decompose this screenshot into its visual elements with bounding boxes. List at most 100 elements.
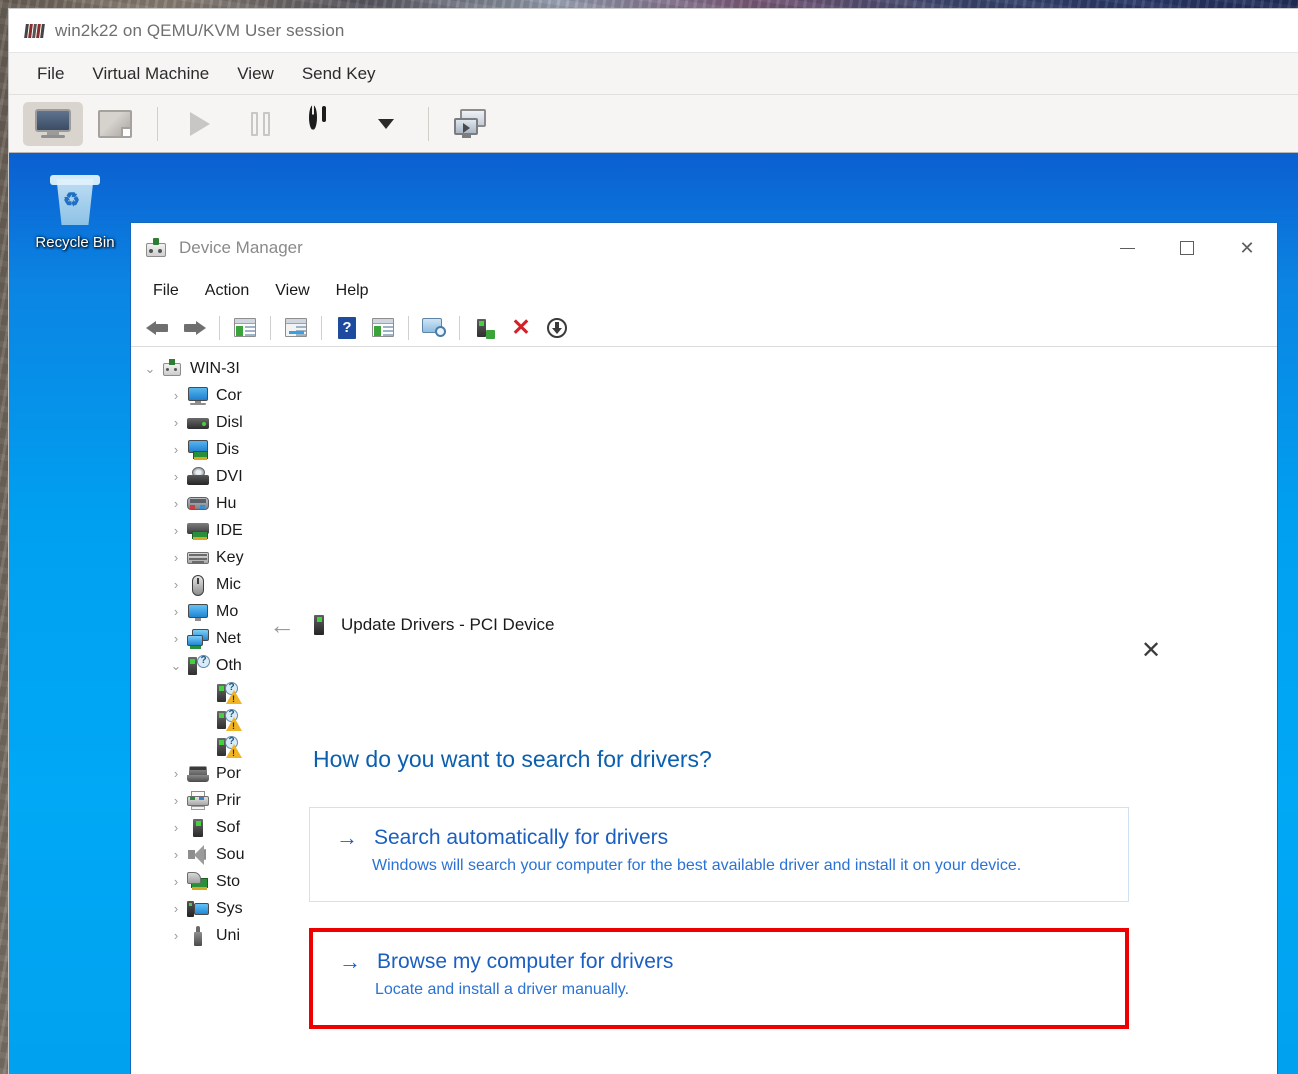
red-x-icon: ✕ <box>511 314 531 340</box>
chevron-right-icon[interactable]: › <box>165 577 187 592</box>
minimize-icon <box>1119 247 1135 249</box>
download-circle-icon <box>547 317 567 338</box>
chevron-right-icon[interactable]: › <box>165 469 187 484</box>
tree-node-computer-category[interactable]: › Cor <box>139 382 1277 409</box>
usb-icon <box>187 925 209 946</box>
dialog-close-button[interactable]: ✕ <box>1128 630 1174 670</box>
desktop-icon-recycle-bin[interactable]: ♻ Recycle Bin <box>27 173 123 251</box>
tree-label: Prir <box>216 791 241 809</box>
chevron-right-icon[interactable]: › <box>165 415 187 430</box>
dialog-header-title: Update Drivers - PCI Device <box>341 615 555 634</box>
chevron-down-icon[interactable]: ⌄ <box>165 658 187 674</box>
virt-manager-window: win2k22 on QEMU/KVM User session File Vi… <box>8 8 1298 1074</box>
tree-node-display-adapters[interactable]: › Dis <box>139 436 1277 463</box>
tree-node-mice[interactable]: › Mic <box>139 571 1277 598</box>
chevron-right-icon[interactable]: › <box>165 388 187 403</box>
dialog-question-heading: How do you want to search for drivers? <box>313 746 712 772</box>
monitor-icon <box>35 108 71 139</box>
device-manager-menubar: File Action View Help <box>131 273 1277 309</box>
fullscreen-console-button[interactable] <box>441 102 501 146</box>
run-button[interactable] <box>170 102 230 146</box>
menu-file[interactable]: File <box>25 60 76 88</box>
dm-menu-file[interactable]: File <box>141 279 191 303</box>
shutdown-button[interactable] <box>294 102 354 146</box>
maximize-button[interactable] <box>1157 223 1217 273</box>
properties-icon <box>285 318 307 337</box>
system-device-icon <box>187 899 209 919</box>
chevron-right-icon[interactable]: › <box>165 901 187 916</box>
chevron-right-icon[interactable]: › <box>165 928 187 943</box>
chevron-right-icon[interactable]: › <box>165 820 187 835</box>
tree-node-human-interface-devices[interactable]: › Hu <box>139 490 1277 517</box>
play-icon <box>190 111 210 136</box>
chevron-right-icon[interactable]: › <box>165 766 187 781</box>
help-button[interactable]: ? <box>330 313 364 343</box>
menu-send-key[interactable]: Send Key <box>290 60 388 88</box>
chevron-right-icon[interactable]: › <box>165 604 187 619</box>
update-drivers-topbar: ✕ ← Update Drivers - PCI Device <box>259 612 1179 698</box>
dm-menu-view[interactable]: View <box>263 279 321 303</box>
tree-node-disk-drives[interactable]: › Disl <box>139 409 1277 436</box>
chevron-right-icon[interactable]: › <box>165 874 187 889</box>
tree-label: Mic <box>216 575 241 593</box>
dm-menu-help[interactable]: Help <box>324 279 381 303</box>
properties-button[interactable] <box>279 313 313 343</box>
disable-device-button[interactable] <box>540 313 574 343</box>
pci-device-icon <box>311 614 327 636</box>
toolbar-separator-2 <box>428 106 429 141</box>
tree-label: Uni <box>216 926 241 944</box>
port-icon <box>187 764 209 784</box>
chevron-right-icon[interactable]: › <box>165 523 187 538</box>
pause-button[interactable] <box>232 102 292 146</box>
computer-icon <box>161 358 183 379</box>
virt-manager-menubar: File Virtual Machine View Send Key <box>9 53 1298 95</box>
menu-virtual-machine[interactable]: Virtual Machine <box>80 60 221 88</box>
close-button[interactable]: ✕ <box>1217 223 1277 273</box>
tree-label: Sys <box>216 899 243 917</box>
show-hide-console-tree-button[interactable] <box>228 313 262 343</box>
dm-menu-action[interactable]: Action <box>193 279 261 303</box>
keyboard-icon <box>187 548 209 568</box>
tree-node-dvd-drives[interactable]: › DVI <box>139 463 1277 490</box>
printer-icon <box>187 790 209 811</box>
option-title-row: → Search automatically for drivers <box>310 826 1128 850</box>
tree-label: IDE <box>216 521 243 539</box>
chevron-down-icon[interactable]: ⌄ <box>139 361 161 377</box>
dialog-back-button[interactable]: ← <box>261 606 303 644</box>
tree-node-ide-controllers[interactable]: › IDE <box>139 517 1277 544</box>
update-driver-button[interactable] <box>468 313 502 343</box>
show-hardware-details-button[interactable] <box>85 102 145 146</box>
tree-label: Cor <box>216 386 242 404</box>
option-title: Search automatically for drivers <box>374 826 669 849</box>
close-icon: ✕ <box>1140 636 1162 664</box>
recycle-bin-icon: ♻ <box>46 173 104 231</box>
chevron-right-icon[interactable]: › <box>165 442 187 457</box>
show-hide-action-pane-button[interactable] <box>366 313 400 343</box>
back-button[interactable] <box>141 313 175 343</box>
search-automatically-option[interactable]: → Search automatically for drivers Windo… <box>309 807 1129 903</box>
chevron-right-icon[interactable]: › <box>165 631 187 646</box>
toolbar-separator-1 <box>157 106 158 141</box>
show-graphical-console-button[interactable] <box>23 101 83 146</box>
uninstall-device-button[interactable]: ✕ <box>504 313 538 343</box>
chevron-right-icon[interactable]: › <box>165 550 187 565</box>
menu-view[interactable]: View <box>225 60 286 88</box>
device-manager-window: Device Manager ✕ File Action View Help ?… <box>130 222 1278 1074</box>
chevron-right-icon[interactable]: › <box>165 793 187 808</box>
forward-button[interactable] <box>177 313 211 343</box>
scan-hardware-icon <box>422 317 446 338</box>
chevron-right-icon[interactable]: › <box>165 847 187 862</box>
other-devices-icon: ? <box>187 654 210 676</box>
browse-my-computer-option[interactable]: → Browse my computer for drivers Locate … <box>309 928 1129 1030</box>
tree-node-keyboards[interactable]: › Key <box>139 544 1277 571</box>
minimize-button[interactable] <box>1097 223 1157 273</box>
tree-node-computer[interactable]: ⌄ WIN-3I <box>139 355 1277 382</box>
shutdown-dropdown-button[interactable] <box>356 102 416 146</box>
scan-for-hardware-changes-button[interactable] <box>417 313 451 343</box>
snapshot-icon <box>98 109 132 138</box>
option-title: Browse my computer for drivers <box>377 950 674 974</box>
vm-guest-screen[interactable]: ♻ Recycle Bin Device Manager ✕ File Acti… <box>9 153 1298 1074</box>
chevron-right-icon[interactable]: › <box>165 496 187 511</box>
tree-label: Sou <box>216 845 245 863</box>
action-pane-icon <box>372 318 394 337</box>
